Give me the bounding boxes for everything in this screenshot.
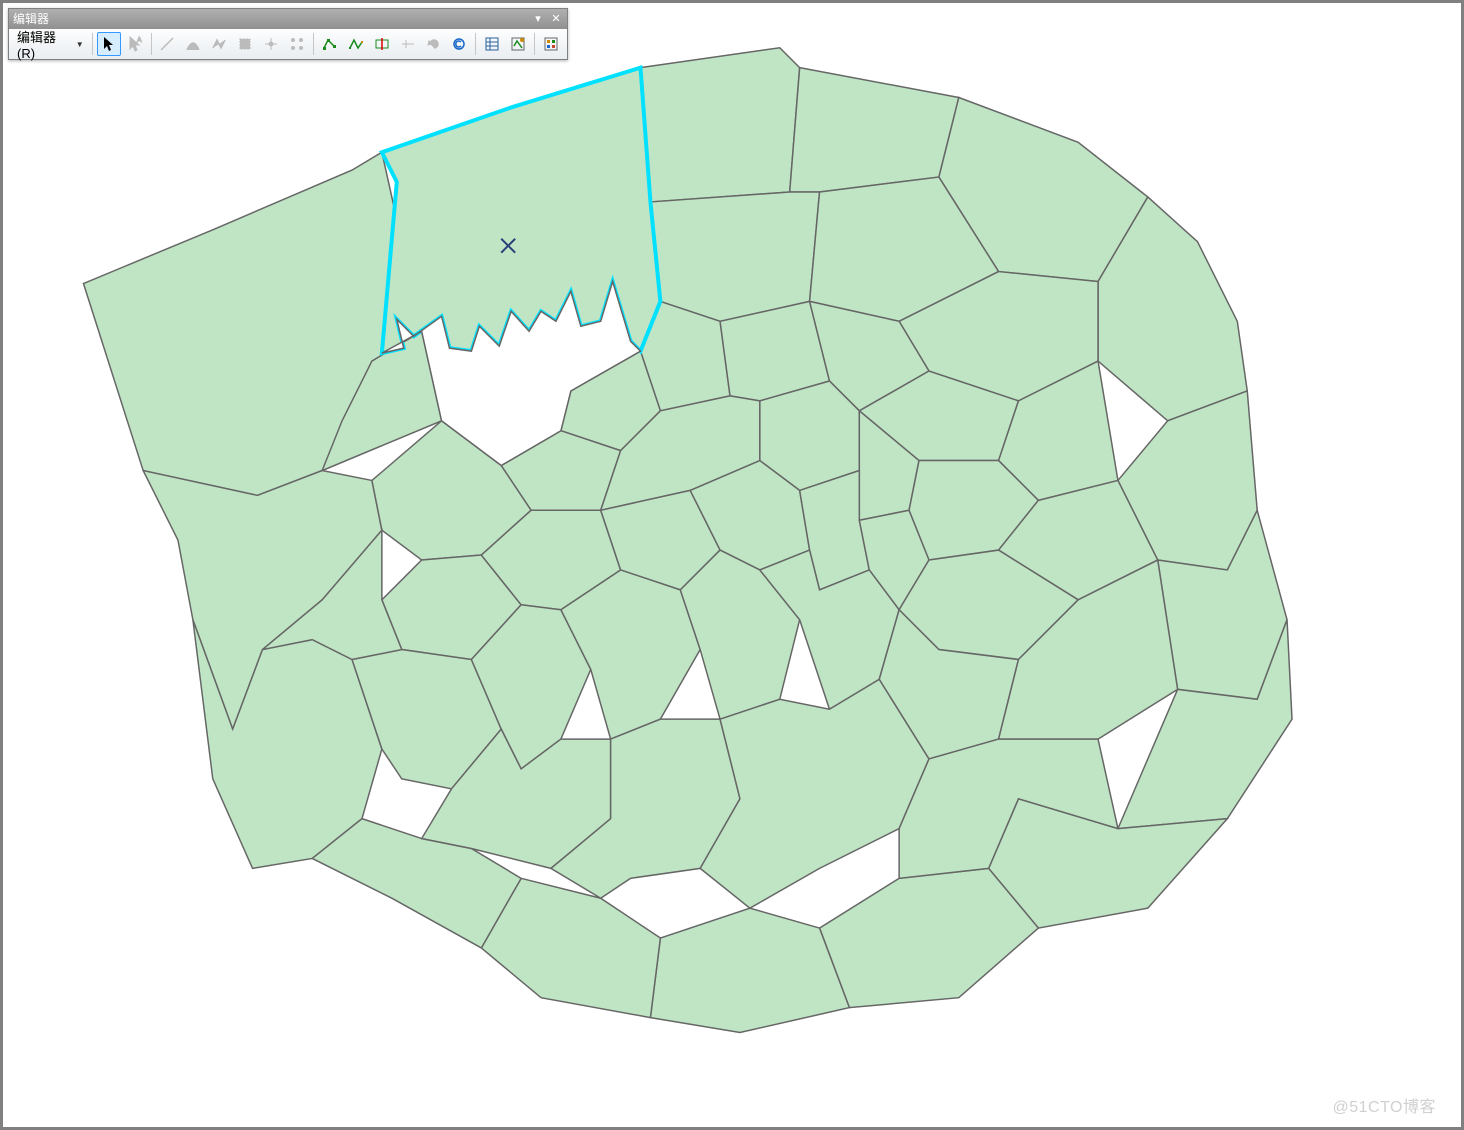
toolbar-separator xyxy=(475,33,476,55)
svg-text:A: A xyxy=(137,37,142,44)
end-point-arc-icon xyxy=(181,32,205,56)
toolbar-titlebar[interactable]: 编辑器 ▾ ✕ xyxy=(9,9,567,29)
toolbar-row: 编辑器(R) ▼ A xyxy=(9,29,567,59)
editor-menu-label: 编辑器(R) xyxy=(17,27,74,61)
create-features-icon[interactable] xyxy=(506,32,530,56)
cut-polygons-icon[interactable] xyxy=(370,32,394,56)
edit-tool-icon[interactable] xyxy=(97,32,121,56)
toolbar-options-icon[interactable]: ▾ xyxy=(531,9,545,29)
trace-icon xyxy=(207,32,231,56)
straight-segment-icon xyxy=(156,32,180,56)
toolbar-close-icon[interactable]: ✕ xyxy=(549,9,563,29)
split-icon xyxy=(396,32,420,56)
editor-menu-dropdown[interactable]: 编辑器(R) ▼ xyxy=(13,25,88,63)
toolbar-separator xyxy=(151,33,152,55)
toolbar-separator xyxy=(313,33,314,55)
right-angle-icon xyxy=(233,32,257,56)
map-polygon[interactable] xyxy=(650,908,849,1032)
reshape-icon[interactable] xyxy=(344,32,368,56)
edit-annotation-icon: A xyxy=(123,32,147,56)
toolbar-separator xyxy=(534,33,535,55)
sketch-properties-icon[interactable] xyxy=(480,32,504,56)
midpoint-icon xyxy=(259,32,283,56)
rotate-icon xyxy=(422,32,446,56)
edit-vertices-icon[interactable] xyxy=(318,32,342,56)
map-canvas[interactable] xyxy=(3,3,1461,1127)
map-polygon[interactable] xyxy=(820,868,1039,1007)
map-polygon[interactable] xyxy=(790,68,959,192)
editor-toolbar[interactable]: 编辑器 ▾ ✕ 编辑器(R) ▼ A xyxy=(8,8,568,60)
map-polygon[interactable] xyxy=(640,48,799,202)
table-of-contents-icon[interactable] xyxy=(539,32,563,56)
attributes-icon[interactable] xyxy=(447,32,471,56)
map-polygon[interactable] xyxy=(650,192,819,321)
dropdown-caret-icon: ▼ xyxy=(76,40,84,49)
toolbar-separator xyxy=(92,33,93,55)
point-icon xyxy=(285,32,309,56)
toolbar-title: 编辑器 xyxy=(13,9,49,29)
